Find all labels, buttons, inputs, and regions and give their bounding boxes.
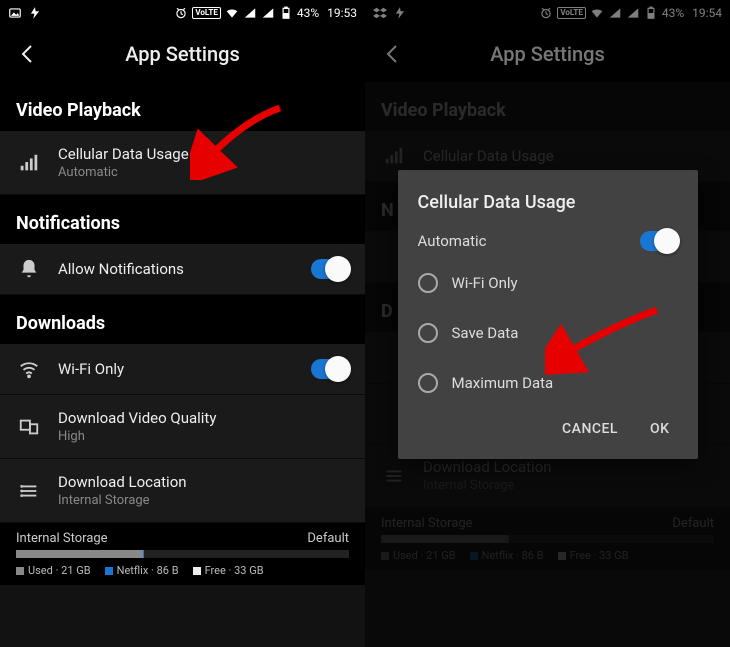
storage-bar (16, 550, 349, 558)
section-notifications: Notifications (0, 195, 365, 244)
dialog-title: Cellular Data Usage (418, 192, 678, 213)
quality-sub: High (58, 429, 349, 444)
cellular-title: Cellular Data Usage (58, 145, 349, 163)
modal-overlay[interactable]: Cellular Data Usage Automatic Wi-Fi Only… (365, 0, 730, 647)
option-maximum-data[interactable]: Maximum Data (418, 365, 678, 401)
location-sub: Internal Storage (58, 493, 349, 508)
location-title: Download Location (58, 473, 349, 491)
section-downloads: Downloads (0, 295, 365, 344)
image-icon (8, 6, 22, 20)
wifi-only-toggle[interactable] (311, 359, 349, 379)
cellular-usage-dialog: Cellular Data Usage Automatic Wi-Fi Only… (398, 170, 698, 459)
signal-icon-2 (261, 6, 275, 20)
radio-icon (418, 323, 438, 343)
ok-button[interactable]: OK (646, 415, 674, 443)
status-bar: VoLTE 43% 19:53 (0, 0, 365, 26)
battery-text: 43% (297, 6, 319, 20)
cellular-sub: Automatic (58, 165, 349, 180)
back-icon[interactable] (16, 42, 40, 66)
bell-icon (16, 258, 42, 280)
option-label: Wi-Fi Only (452, 274, 678, 292)
radio-icon (418, 373, 438, 393)
option-save-data[interactable]: Save Data (418, 315, 678, 351)
cancel-button[interactable]: CANCEL (558, 415, 622, 443)
row-download-location[interactable]: Download Location Internal Storage (0, 459, 365, 523)
battery-icon (279, 6, 293, 20)
volte-badge: VoLTE (192, 7, 220, 19)
row-cellular-data-usage[interactable]: Cellular Data Usage Automatic (0, 131, 365, 195)
alarm-icon (174, 6, 188, 20)
legend-used: Used · 21 GB (16, 564, 91, 577)
allow-notif-toggle[interactable] (311, 259, 349, 279)
section-video-playback: Video Playback (0, 82, 365, 131)
list-icon (16, 480, 42, 502)
option-label: Save Data (452, 324, 678, 342)
row-wifi-only[interactable]: Wi-Fi Only (0, 344, 365, 395)
page-title: App Settings (40, 42, 325, 66)
wifi-icon (225, 6, 239, 20)
radio-icon (418, 273, 438, 293)
clock-text: 19:53 (327, 6, 357, 20)
option-wifi-only[interactable]: Wi-Fi Only (418, 265, 678, 301)
wifi-only-title: Wi-Fi Only (58, 360, 295, 378)
storage-label: Internal Storage (16, 531, 108, 546)
allow-notif-title: Allow Notifications (58, 260, 295, 278)
storage-section: Internal Storage Default Used · 21 GB Ne… (0, 523, 365, 585)
signal-bars-icon (16, 152, 42, 174)
row-download-quality[interactable]: Download Video Quality High (0, 395, 365, 459)
bolt-icon (28, 6, 42, 20)
header: App Settings (0, 26, 365, 82)
phone-left: VoLTE 43% 19:53 App Settings Video Playb… (0, 0, 365, 647)
automatic-label: Automatic (418, 232, 640, 250)
legend-free: Free · 33 GB (193, 564, 264, 577)
quality-icon (16, 416, 42, 438)
storage-default: Default (307, 531, 349, 546)
automatic-toggle[interactable] (640, 231, 678, 251)
quality-title: Download Video Quality (58, 409, 349, 427)
option-label: Maximum Data (452, 374, 678, 392)
row-allow-notifications[interactable]: Allow Notifications (0, 244, 365, 295)
wifi-icon (16, 358, 42, 380)
legend-netflix: Netflix · 86 B (105, 564, 179, 577)
signal-icon (243, 6, 257, 20)
phone-right: VoLTE 43% 19:54 App Settings Video Playb… (365, 0, 730, 647)
